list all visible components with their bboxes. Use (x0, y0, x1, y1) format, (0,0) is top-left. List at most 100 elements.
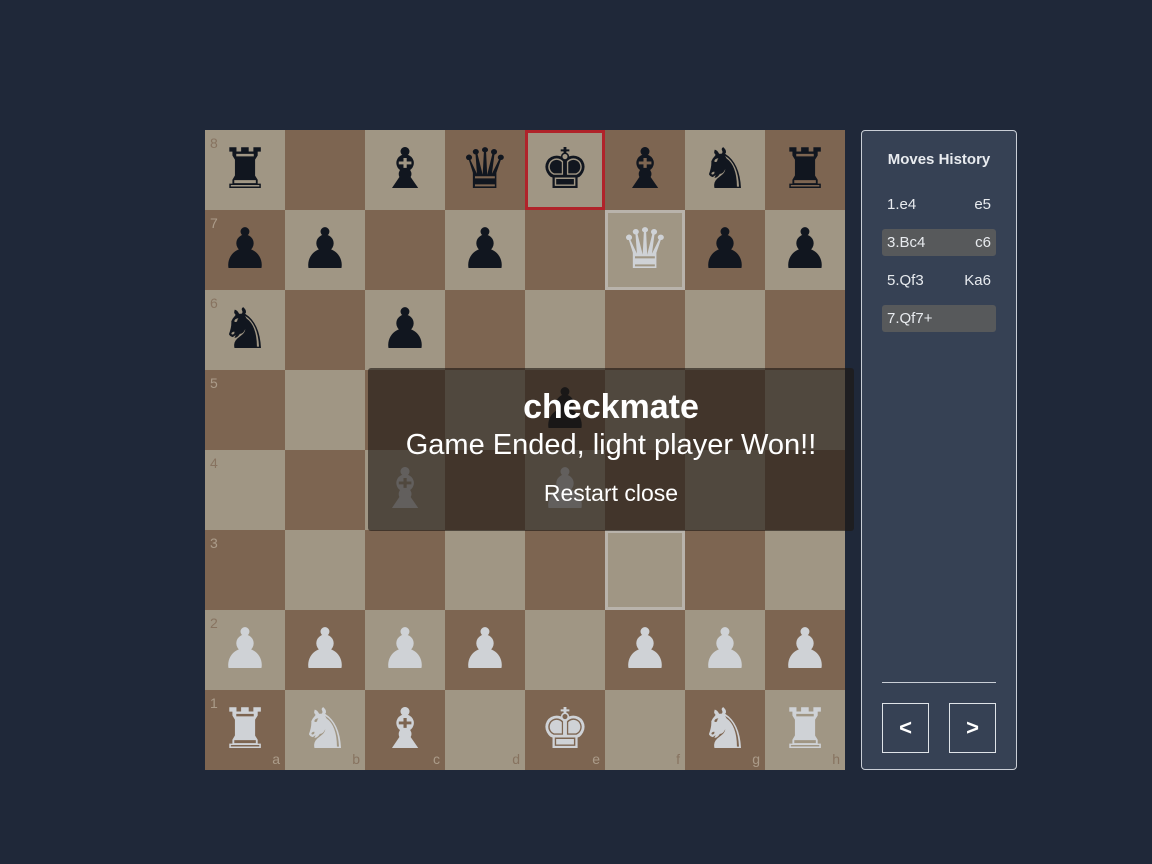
square-d6[interactable] (445, 290, 525, 370)
square-b6[interactable] (285, 290, 365, 370)
square-d2[interactable]: ♟ (445, 610, 525, 690)
restart-button[interactable]: Restart (544, 480, 618, 506)
white-pawn-icon[interactable]: ♟ (460, 622, 510, 678)
black-move: c6 (975, 234, 991, 251)
black-move: Ka6 (964, 272, 991, 289)
black-pawn-icon[interactable]: ♟ (380, 302, 430, 358)
square-d7[interactable]: ♟ (445, 210, 525, 290)
square-a4[interactable]: 4 (205, 450, 285, 530)
square-a8[interactable]: 8 ♜ (205, 130, 285, 210)
black-knight-icon[interactable]: ♞ (700, 142, 750, 198)
square-a1[interactable]: 1 a ♜ (205, 690, 285, 770)
white-knight-icon[interactable]: ♞ (300, 702, 350, 758)
square-f7[interactable]: ♛ (605, 210, 685, 290)
white-rook-icon[interactable]: ♜ (220, 702, 270, 758)
square-b2[interactable]: ♟ (285, 610, 365, 690)
move-row[interactable]: 3.Bc4 c6 (882, 229, 996, 256)
square-h8[interactable]: ♜ (765, 130, 845, 210)
previous-move-button[interactable]: < (882, 703, 929, 753)
square-f6[interactable] (605, 290, 685, 370)
white-pawn-icon[interactable]: ♟ (220, 622, 270, 678)
white-move: 5.Qf3 (887, 272, 924, 289)
square-a3[interactable]: 3 (205, 530, 285, 610)
square-a5[interactable]: 5 (205, 370, 285, 450)
square-b3[interactable] (285, 530, 365, 610)
white-pawn-icon[interactable]: ♟ (780, 622, 830, 678)
square-g7[interactable]: ♟ (685, 210, 765, 290)
square-d3[interactable] (445, 530, 525, 610)
white-move: 3.Bc4 (887, 234, 925, 251)
square-c8[interactable]: ♝ (365, 130, 445, 210)
game-over-dialog: checkmate Game Ended, light player Won!!… (368, 368, 854, 531)
square-e8[interactable]: ♚ (525, 130, 605, 210)
square-h7[interactable]: ♟ (765, 210, 845, 290)
square-f2[interactable]: ♟ (605, 610, 685, 690)
square-e2[interactable] (525, 610, 605, 690)
square-e6[interactable] (525, 290, 605, 370)
white-rook-icon[interactable]: ♜ (780, 702, 830, 758)
close-button[interactable]: close (624, 480, 678, 506)
square-e3[interactable] (525, 530, 605, 610)
square-h2[interactable]: ♟ (765, 610, 845, 690)
black-queen-icon[interactable]: ♛ (460, 142, 510, 198)
square-d8[interactable]: ♛ (445, 130, 525, 210)
white-move-text: Qf3 (899, 272, 924, 289)
square-b1[interactable]: b ♞ (285, 690, 365, 770)
square-b5[interactable] (285, 370, 365, 450)
square-f1[interactable]: f (605, 690, 685, 770)
black-pawn-icon[interactable]: ♟ (300, 222, 350, 278)
square-a2[interactable]: 2 ♟ (205, 610, 285, 690)
square-c6[interactable]: ♟ (365, 290, 445, 370)
square-c2[interactable]: ♟ (365, 610, 445, 690)
black-rook-icon[interactable]: ♜ (780, 142, 830, 198)
square-g3[interactable] (685, 530, 765, 610)
square-a7[interactable]: 7 ♟ (205, 210, 285, 290)
black-pawn-icon[interactable]: ♟ (460, 222, 510, 278)
white-pawn-icon[interactable]: ♟ (700, 622, 750, 678)
square-e7[interactable] (525, 210, 605, 290)
square-g8[interactable]: ♞ (685, 130, 765, 210)
move-row[interactable]: 1.e4 e5 (882, 191, 996, 218)
move-row[interactable]: 7.Qf7+ (882, 305, 996, 332)
white-pawn-icon[interactable]: ♟ (380, 622, 430, 678)
move-row[interactable]: 5.Qf3 Ka6 (882, 267, 996, 294)
white-knight-icon[interactable]: ♞ (700, 702, 750, 758)
square-b7[interactable]: ♟ (285, 210, 365, 290)
black-bishop-icon[interactable]: ♝ (620, 142, 670, 198)
square-h3[interactable] (765, 530, 845, 610)
square-g1[interactable]: g ♞ (685, 690, 765, 770)
square-c3[interactable] (365, 530, 445, 610)
black-knight-icon[interactable]: ♞ (220, 302, 270, 358)
square-d1[interactable]: d (445, 690, 525, 770)
black-bishop-icon[interactable]: ♝ (380, 142, 430, 198)
white-pawn-icon[interactable]: ♟ (620, 622, 670, 678)
black-pawn-icon[interactable]: ♟ (220, 222, 270, 278)
white-bishop-icon[interactable]: ♝ (380, 702, 430, 758)
black-move: e5 (974, 196, 991, 213)
square-b8[interactable] (285, 130, 365, 210)
square-b4[interactable] (285, 450, 365, 530)
file-label: b (352, 751, 360, 767)
square-h6[interactable] (765, 290, 845, 370)
black-pawn-icon[interactable]: ♟ (780, 222, 830, 278)
file-label: f (676, 751, 680, 767)
square-e1[interactable]: e ♚ (525, 690, 605, 770)
square-c7[interactable] (365, 210, 445, 290)
square-g6[interactable] (685, 290, 765, 370)
moves-list: 1.e4 e5 3.Bc4 c6 5.Qf3 Ka6 7.Qf7+ (882, 191, 996, 343)
white-pawn-icon[interactable]: ♟ (300, 622, 350, 678)
black-king-icon[interactable]: ♚ (540, 142, 590, 198)
black-pawn-icon[interactable]: ♟ (700, 222, 750, 278)
white-queen-icon[interactable]: ♛ (620, 222, 670, 278)
white-king-icon[interactable]: ♚ (540, 702, 590, 758)
move-number: 5. (887, 272, 900, 289)
black-rook-icon[interactable]: ♜ (220, 142, 270, 198)
square-a6[interactable]: 6 ♞ (205, 290, 285, 370)
next-move-button[interactable]: > (949, 703, 996, 753)
move-number: 1. (887, 196, 900, 213)
square-f3[interactable] (605, 530, 685, 610)
square-h1[interactable]: h ♜ (765, 690, 845, 770)
square-c1[interactable]: c ♝ (365, 690, 445, 770)
square-g2[interactable]: ♟ (685, 610, 765, 690)
square-f8[interactable]: ♝ (605, 130, 685, 210)
